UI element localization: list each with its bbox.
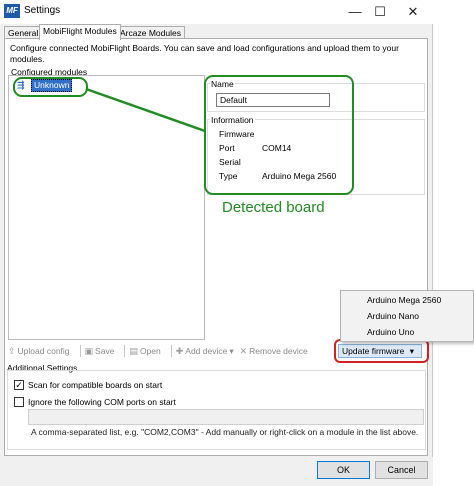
save-label: Save (95, 346, 115, 356)
save-icon: ▣ (84, 345, 94, 356)
toolbar-divider (170, 345, 172, 357)
save-button[interactable]: ▣ Save (85, 346, 115, 357)
toolbar-divider (79, 345, 81, 357)
settings-window: MF Settings — ☐ ✕ General MobiFlight Mod… (0, 0, 433, 486)
update-firmware-highlight (334, 339, 429, 363)
scan-boards-label: Scan for compatible boards on start (28, 380, 163, 390)
scan-boards-checkbox-row[interactable]: ✓ Scan for compatible boards on start (14, 380, 162, 390)
dialog-footer: OK Cancel (0, 457, 433, 486)
upload-icon: ⇪ (8, 345, 16, 356)
folder-icon: ▤ (129, 345, 138, 356)
ignore-ports-label: Ignore the following COM ports on start (28, 397, 176, 407)
toolbar-divider (124, 345, 126, 357)
remove-device-button[interactable]: ✕ Remove device (240, 346, 308, 357)
menu-item-arduino-nano[interactable]: Arduino Nano (367, 311, 419, 321)
upload-config-button[interactable]: ⇪ Upload config (8, 346, 70, 357)
menu-item-arduino-uno[interactable]: Arduino Uno (367, 327, 414, 337)
menu-item-arduino-mega[interactable]: Arduino Mega 2560 (367, 295, 441, 305)
add-device-label: Add device (185, 346, 228, 356)
add-icon: ✚ (175, 345, 184, 356)
ignore-ports-checkbox-row[interactable]: Ignore the following COM ports on start (14, 397, 176, 407)
cancel-button[interactable]: Cancel (375, 461, 428, 479)
chevron-down-icon: ▾ (229, 345, 234, 356)
firmware-dropdown-menu: Arduino Mega 2560 Arduino Nano Arduino U… (340, 290, 474, 342)
detected-board-caption: Detected board (222, 199, 325, 216)
scan-boards-checkbox[interactable]: ✓ (14, 380, 24, 390)
remove-device-label: Remove device (249, 346, 308, 356)
remove-icon: ✕ (239, 345, 248, 356)
com-ports-input[interactable] (28, 409, 424, 425)
add-device-button[interactable]: ✚ Add device ▾ (176, 346, 234, 357)
ignore-ports-checkbox[interactable] (14, 397, 24, 407)
open-label: Open (139, 346, 161, 356)
tab-mobiflight-modules[interactable]: MobiFlight Modules (39, 24, 121, 40)
upload-config-label: Upload config (17, 346, 70, 356)
open-button[interactable]: ▤ Open (129, 346, 160, 357)
ok-button[interactable]: OK (317, 461, 370, 479)
com-ports-hint: A comma-separated list, e.g. "COM2,COM3"… (31, 427, 419, 437)
connector-line (85, 87, 206, 133)
